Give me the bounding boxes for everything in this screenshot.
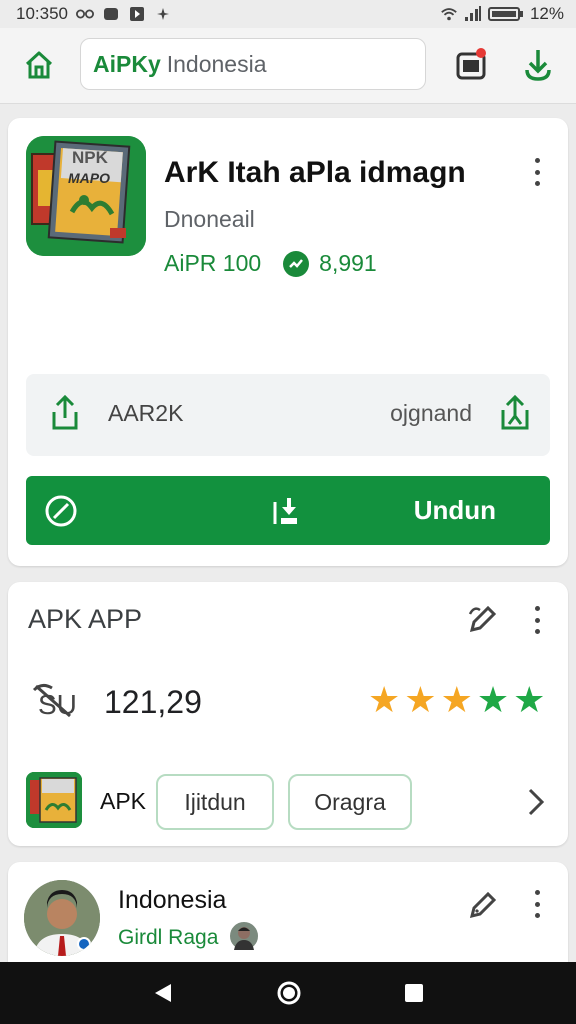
- author-subtitle: Girdl Raga: [118, 926, 219, 949]
- message-icon: [104, 8, 118, 20]
- search-input[interactable]: AiPKy Indonesia: [80, 38, 426, 90]
- author-more-menu-button[interactable]: [532, 890, 542, 918]
- search-brand: AiPKy: [93, 50, 161, 77]
- author-name: Indonesia: [118, 886, 227, 914]
- rating-value: 121,29: [104, 684, 202, 720]
- star-icon: ★: [404, 679, 437, 720]
- app-meta: AiPR 100 8,991: [164, 250, 377, 277]
- play-icon: [130, 7, 144, 21]
- share-row: AAR2K ojgnand: [26, 374, 550, 456]
- recents-icon[interactable]: [403, 982, 425, 1004]
- chip-1[interactable]: Ijitdun: [156, 774, 274, 830]
- battery-icon: [487, 7, 523, 21]
- status-time: 10:350: [16, 4, 68, 23]
- apk-thumbnail[interactable]: [26, 772, 82, 828]
- author-card: Indonesia Girdl Raga: [8, 862, 568, 972]
- system-nav-bar: [0, 962, 576, 1024]
- app-top-bar: AiPKy Indonesia: [0, 28, 576, 104]
- signal-icon: [464, 6, 481, 21]
- app-more-menu-button[interactable]: [532, 158, 542, 186]
- rating-stars: ★ ★ ★ ★ ★: [368, 682, 545, 718]
- star-icon: ★: [368, 679, 401, 720]
- notification-icon[interactable]: [454, 46, 490, 82]
- app-version: AiPR 100: [164, 250, 262, 276]
- app-developer[interactable]: Dnoneail: [164, 206, 255, 233]
- app-icon-text-mid: MAPO: [68, 170, 110, 186]
- voicemail-icon: [76, 9, 94, 19]
- export-icon[interactable]: [498, 394, 532, 432]
- share-right-label[interactable]: ojgnand: [390, 400, 472, 427]
- star-notification-icon: [157, 8, 169, 20]
- chevron-right-icon[interactable]: [526, 786, 546, 818]
- edit-icon[interactable]: [466, 888, 500, 922]
- download-arrow-icon: [273, 498, 297, 524]
- download-label: Undun: [413, 495, 496, 525]
- search-query: Indonesia: [166, 50, 267, 77]
- app-detail-card: NPK MAPO ArK Itah aPla idmagn Dnoneail A…: [8, 118, 568, 566]
- section-more-menu-button[interactable]: [532, 606, 542, 634]
- compass-icon: [45, 495, 77, 527]
- download-button[interactable]: Undun: [26, 476, 550, 545]
- star-icon: ★: [513, 679, 546, 720]
- share-left-label[interactable]: AAR2K: [108, 400, 183, 427]
- verified-icon: [283, 250, 310, 277]
- section-title: APK APP: [28, 604, 143, 634]
- app-downloads: 8,991: [319, 250, 377, 276]
- wifi-icon: [441, 8, 457, 21]
- app-icon[interactable]: NPK MAPO: [26, 136, 146, 256]
- rating-icon: SU: [32, 683, 76, 720]
- star-icon: ★: [476, 679, 510, 720]
- home-button[interactable]: [20, 46, 58, 84]
- app-title: ArK Itah aPla idmagn: [164, 156, 466, 189]
- star-icon: ★: [440, 679, 473, 720]
- download-icon[interactable]: [518, 44, 558, 84]
- chip-2[interactable]: Oragra: [288, 774, 412, 830]
- share-icon[interactable]: [48, 394, 82, 432]
- back-icon[interactable]: [151, 981, 175, 1005]
- status-bar: 10:350 12%: [0, 0, 576, 28]
- apk-label: APK: [100, 788, 147, 814]
- map-book-icon: [26, 772, 82, 828]
- person-photo: [24, 880, 100, 956]
- app-icon-text-top: NPK: [72, 148, 108, 167]
- battery-level: 12%: [529, 4, 564, 23]
- edit-icon[interactable]: [466, 602, 500, 636]
- apk-app-card: APK APP SU 121,29 ★ ★ ★ ★ ★ APK Ijitdun …: [8, 582, 568, 846]
- home-nav-icon[interactable]: [276, 980, 302, 1006]
- mini-avatar[interactable]: [228, 920, 260, 952]
- avatar[interactable]: [24, 880, 100, 956]
- home-icon: [25, 51, 53, 79]
